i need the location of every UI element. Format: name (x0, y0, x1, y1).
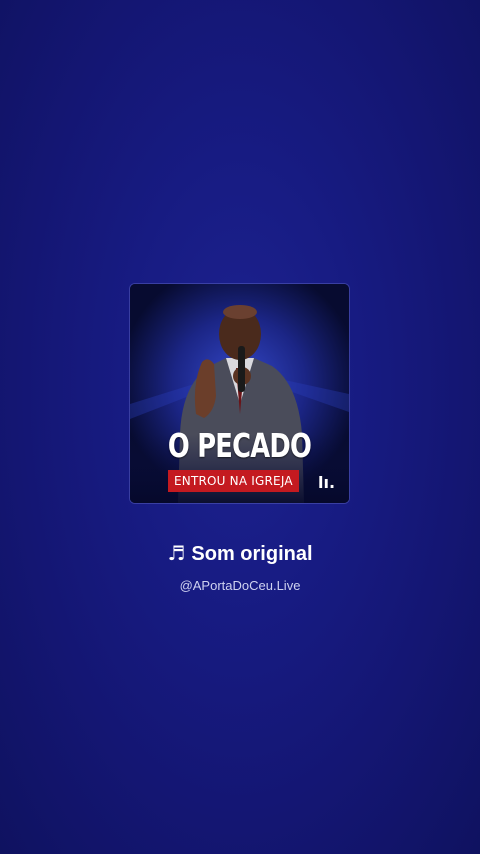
cover-subtitle: ENTROU NA IGREJA (168, 470, 299, 492)
sound-title: ♬ Som original (0, 540, 480, 567)
sound-title-label: Som original (191, 543, 313, 565)
sound-author-link[interactable]: @APortaDoCeu.Live (0, 577, 480, 595)
cover-title: O PECADO (167, 426, 312, 465)
sound-page: O PECADO ENTROU NA IGREJA lı. ♬ Som origi… (0, 0, 480, 854)
album-cover[interactable]: O PECADO ENTROU NA IGREJA lı. (130, 284, 349, 503)
cover-logo-mark: lı. (318, 473, 336, 492)
music-note-icon: ♬ (167, 541, 186, 565)
